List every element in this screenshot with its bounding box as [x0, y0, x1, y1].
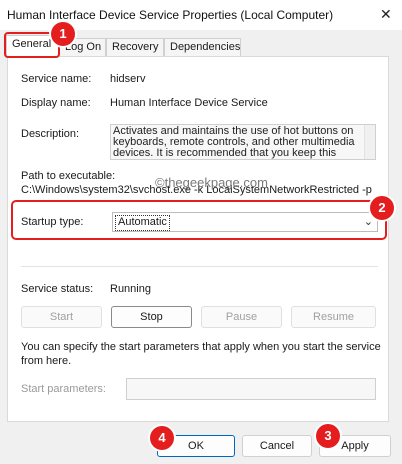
divider: [21, 266, 378, 267]
service-status-label: Service status:: [21, 283, 94, 295]
step-badge-4: 4: [150, 426, 174, 450]
help-text-line: from here.: [21, 355, 72, 367]
tab-dependencies[interactable]: Dependencies: [164, 38, 241, 56]
step-badge-2: 2: [370, 196, 394, 220]
watermark-text: ©thegeekpage.com: [155, 175, 268, 190]
display-name-value: Human Interface Device Service: [110, 97, 268, 109]
resume-button[interactable]: Resume: [291, 306, 376, 328]
step-badge-1: 1: [51, 22, 75, 46]
pause-button[interactable]: Pause: [201, 306, 282, 328]
window-title: Human Interface Device Service Propertie…: [7, 8, 334, 22]
path-label: Path to executable:: [21, 170, 116, 182]
service-name-label: Service name:: [21, 73, 92, 85]
stop-button[interactable]: Stop: [111, 306, 192, 328]
service-status-value: Running: [110, 283, 151, 295]
watermark: ©thegeekpage.com: [155, 175, 268, 190]
step-badge-3: 3: [316, 424, 340, 448]
help-text-line: You can specify the start parameters tha…: [21, 341, 381, 353]
startup-type-label: Startup type:: [21, 216, 84, 228]
description-scrollbar[interactable]: [364, 125, 375, 159]
description-label: Description:: [21, 128, 80, 140]
start-button[interactable]: Start: [21, 306, 102, 328]
start-parameters-label: Start parameters:: [21, 383, 106, 395]
display-name-label: Display name:: [21, 97, 91, 109]
tab-recovery[interactable]: Recovery: [106, 38, 164, 56]
service-name-value: hidserv: [110, 73, 146, 85]
cancel-button[interactable]: Cancel: [242, 435, 312, 457]
description-box[interactable]: Activates and maintains the use of hot b…: [110, 124, 376, 160]
description-line: devices. It is recommended that you keep…: [113, 147, 337, 159]
start-parameters-input[interactable]: [126, 378, 376, 400]
close-icon[interactable]: ✕: [380, 7, 392, 21]
